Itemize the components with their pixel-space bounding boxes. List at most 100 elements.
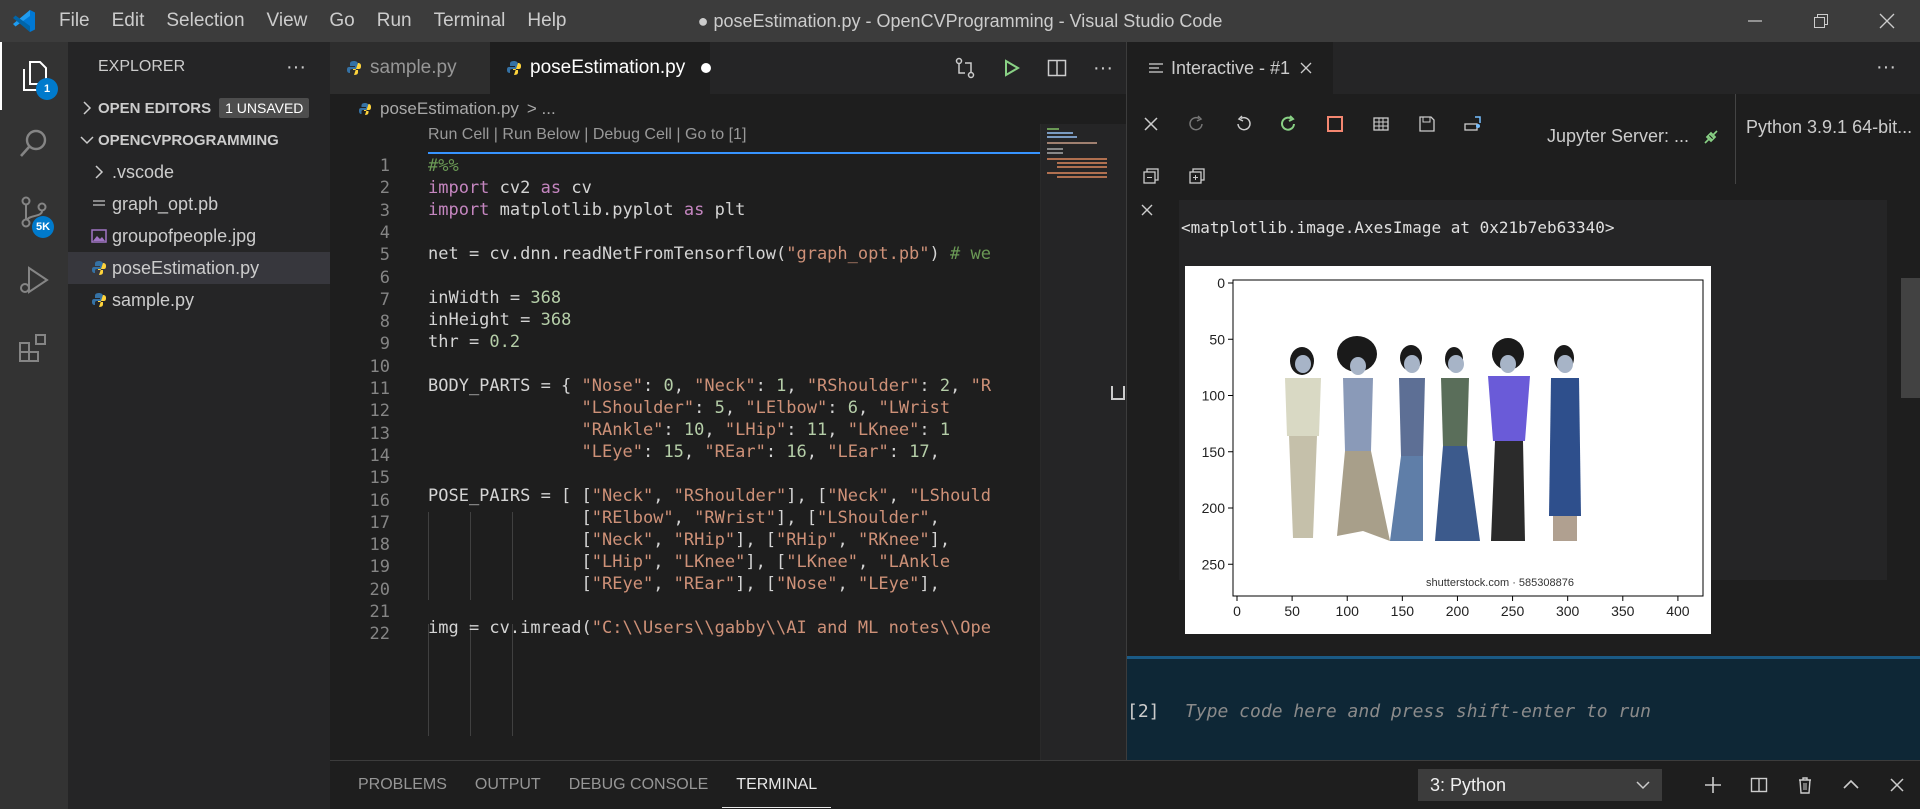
redo-icon[interactable] bbox=[1181, 108, 1213, 140]
x-tick-label: 0 bbox=[1233, 603, 1241, 619]
tab-debug-console[interactable]: DEBUG CONSOLE bbox=[555, 762, 723, 808]
split-editor-icon[interactable] bbox=[1034, 58, 1080, 78]
line-number: 12 bbox=[369, 401, 390, 422]
undo-icon[interactable] bbox=[1227, 108, 1259, 140]
code-line: import matplotlib.pyplot as plt bbox=[428, 200, 746, 220]
image-icon bbox=[86, 229, 112, 243]
line-number: 13 bbox=[369, 423, 390, 444]
tab-terminal[interactable]: TERMINAL bbox=[722, 763, 832, 808]
code-lens[interactable]: Run Cell | Run Below | Debug Cell | Go t… bbox=[428, 126, 746, 144]
interactive-scrollbar[interactable] bbox=[1901, 278, 1920, 398]
jupyter-server-status[interactable]: Jupyter Server: ... bbox=[1547, 126, 1720, 147]
menu-go[interactable]: Go bbox=[318, 0, 365, 42]
close-tab-icon[interactable] bbox=[1300, 62, 1312, 74]
editor-actions: ··· bbox=[942, 42, 1126, 94]
breadcrumb-rest[interactable]: > ... bbox=[527, 99, 556, 119]
search-icon[interactable] bbox=[0, 110, 68, 178]
terminal-select[interactable]: 3: Python bbox=[1418, 769, 1662, 801]
list-icon bbox=[1149, 62, 1163, 74]
menu-selection[interactable]: Selection bbox=[155, 0, 255, 42]
tab-problems[interactable]: PROBLEMS bbox=[344, 762, 461, 808]
kill-terminal-icon[interactable] bbox=[1782, 776, 1828, 794]
line-number: 10 bbox=[369, 356, 390, 377]
line-number: 22 bbox=[369, 624, 390, 645]
tree-item-sample[interactable]: sample.py bbox=[68, 284, 330, 316]
y-tick-label: 100 bbox=[1202, 388, 1226, 404]
x-tick-label: 350 bbox=[1611, 603, 1635, 619]
menu-view[interactable]: View bbox=[256, 0, 319, 42]
menu-help[interactable]: Help bbox=[516, 0, 577, 42]
interrupt-kernel-icon[interactable] bbox=[1319, 108, 1351, 140]
tree-item-vscode[interactable]: .vscode bbox=[68, 156, 330, 188]
tab-output[interactable]: OUTPUT bbox=[461, 762, 555, 808]
panel-actions bbox=[1690, 761, 1920, 809]
code-line: "LEye": 15, "REar": 16, "LEar": 17, bbox=[581, 442, 940, 462]
tab-sample[interactable]: sample.py bbox=[330, 42, 490, 94]
clear-all-icon[interactable] bbox=[1135, 108, 1167, 140]
extensions-icon[interactable] bbox=[0, 314, 68, 382]
compare-changes-icon[interactable] bbox=[942, 57, 988, 79]
tab-interactive[interactable]: Interactive - #1 bbox=[1127, 42, 1333, 94]
unsaved-badge: 1 UNSAVED bbox=[219, 98, 310, 118]
y-axis: 0 50 100 150 200 250 bbox=[1202, 275, 1233, 572]
line-number: 15 bbox=[369, 468, 390, 489]
menu-terminal[interactable]: Terminal bbox=[423, 0, 517, 42]
variables-icon[interactable] bbox=[1365, 108, 1397, 140]
code-input-placeholder[interactable]: Type code here and press shift-enter to … bbox=[1185, 701, 1651, 722]
close-panel-icon[interactable] bbox=[1874, 777, 1920, 793]
line-number: 3 bbox=[379, 200, 390, 221]
kernel-picker[interactable]: Python 3.9.1 64-bit... bbox=[1735, 94, 1912, 184]
menu-run[interactable]: Run bbox=[366, 0, 423, 42]
tree-item-graph-opt[interactable]: graph_opt.pb bbox=[68, 188, 330, 220]
clear-output-icon[interactable] bbox=[1139, 202, 1155, 223]
minimize-icon[interactable] bbox=[1722, 0, 1788, 42]
line-number: 16 bbox=[369, 490, 390, 511]
save-icon[interactable] bbox=[1411, 108, 1443, 140]
indent-guide bbox=[428, 624, 429, 736]
minimap[interactable] bbox=[1040, 124, 1127, 760]
minimap-slider[interactable] bbox=[1041, 124, 1127, 760]
more-actions-icon[interactable]: ··· bbox=[286, 56, 306, 79]
code-line: import cv2 as cv bbox=[428, 178, 592, 198]
chevron-down-icon bbox=[1636, 780, 1650, 790]
window-controls bbox=[1722, 0, 1920, 42]
collapse-all-icon[interactable] bbox=[1135, 160, 1167, 192]
tree-item-groupofpeople[interactable]: groupofpeople.jpg bbox=[68, 220, 330, 252]
explorer-title: EXPLORER bbox=[98, 58, 186, 75]
unsaved-dot-icon[interactable] bbox=[701, 63, 712, 73]
x-tick-label: 300 bbox=[1556, 603, 1580, 619]
expand-all-icon[interactable] bbox=[1181, 160, 1213, 192]
tab-label: Interactive - #1 bbox=[1171, 57, 1291, 78]
close-window-icon[interactable] bbox=[1854, 0, 1920, 42]
tree-item-label: poseEstimation.py bbox=[112, 257, 260, 278]
menu-edit[interactable]: Edit bbox=[101, 0, 156, 42]
new-terminal-icon[interactable] bbox=[1690, 776, 1736, 794]
indent-guide bbox=[512, 624, 513, 736]
run-debug-icon[interactable] bbox=[0, 246, 68, 314]
code-line: img = cv.imread("C:\\Users\\gabby\\AI an… bbox=[428, 618, 991, 638]
input-cell[interactable]: [2] Type code here and press shift-enter… bbox=[1127, 656, 1920, 760]
menu-file[interactable]: File bbox=[48, 0, 101, 42]
code-area[interactable]: 1 2 3 4 5 6 7 8 9 10 11 12 13 14 15 16 17 18 19 20 21 22 #%% … bbox=[330, 156, 1040, 760]
export-notebook-icon[interactable] bbox=[1457, 108, 1489, 140]
tab-poseestimation[interactable]: poseEstimation.py bbox=[490, 42, 712, 94]
input-prompt: [2] bbox=[1127, 701, 1160, 722]
project-section[interactable]: OPENCVPROGRAMMING bbox=[68, 124, 330, 156]
restore-icon[interactable] bbox=[1788, 0, 1854, 42]
tree-item-poseestimation[interactable]: poseEstimation.py bbox=[68, 252, 330, 284]
open-editors-section[interactable]: OPEN EDITORS 1 UNSAVED bbox=[68, 92, 330, 124]
run-file-icon[interactable] bbox=[988, 59, 1034, 77]
more-actions-icon[interactable]: ··· bbox=[1876, 56, 1896, 79]
split-terminal-icon[interactable] bbox=[1736, 776, 1782, 794]
code-line: #%% bbox=[428, 156, 459, 176]
x-axis: 0 50 100 150 200 250 300 350 400 bbox=[1233, 596, 1690, 619]
x-tick-label: 200 bbox=[1446, 603, 1470, 619]
restart-kernel-icon[interactable] bbox=[1273, 108, 1305, 140]
code-line: inHeight = 368 bbox=[428, 310, 572, 330]
maximize-panel-icon[interactable] bbox=[1828, 776, 1874, 794]
breadcrumb-file[interactable]: poseEstimation.py bbox=[380, 99, 519, 119]
x-tick-label: 100 bbox=[1336, 603, 1360, 619]
more-actions-icon[interactable]: ··· bbox=[1080, 57, 1126, 80]
source-control-icon[interactable]: 5K bbox=[0, 178, 68, 246]
explorer-icon[interactable]: 1 bbox=[0, 42, 68, 110]
